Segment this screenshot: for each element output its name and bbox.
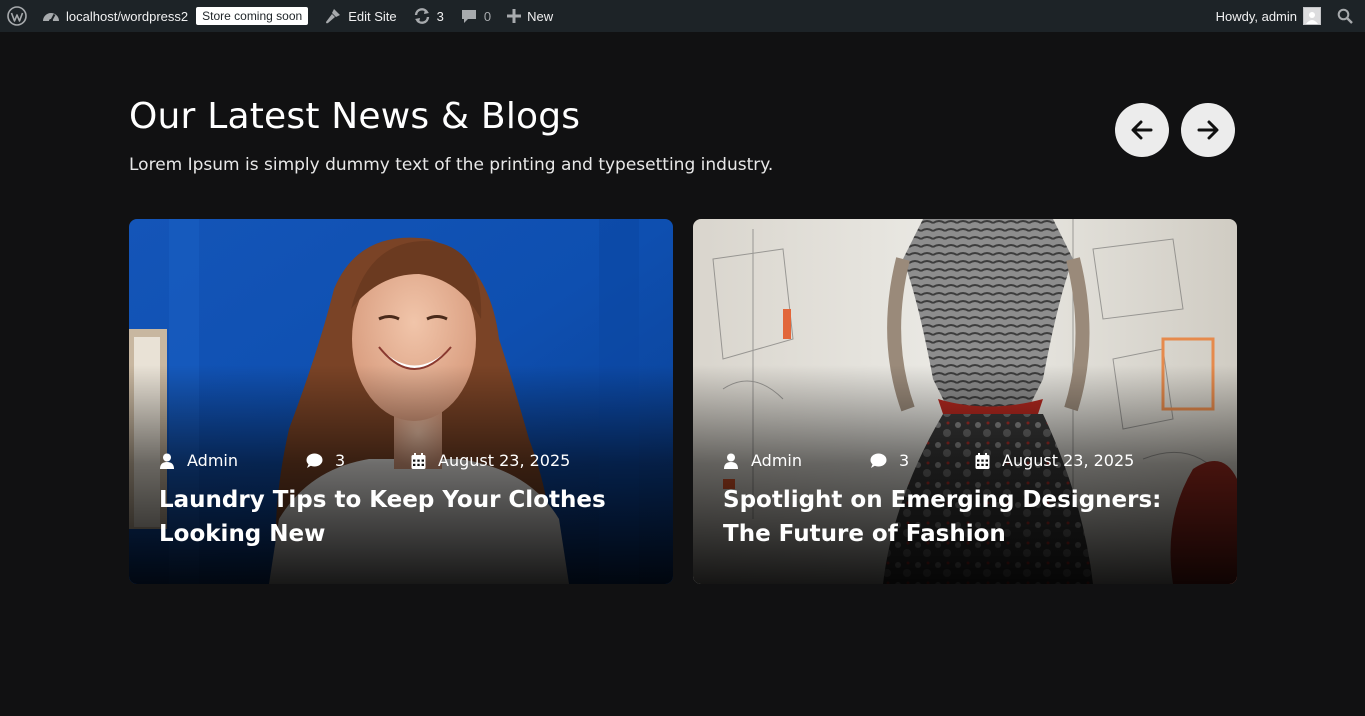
post-author[interactable]: Admin — [159, 451, 238, 470]
card-gradient-overlay — [129, 365, 673, 584]
search-toggle[interactable] — [1329, 0, 1365, 32]
edit-site-link[interactable]: Edit Site — [316, 0, 404, 32]
post-date: August 23, 2025 — [411, 451, 570, 470]
post-date-label: August 23, 2025 — [438, 451, 571, 470]
comments-count: 3 — [335, 451, 346, 470]
site-url-label: localhost/wordpress2 — [66, 8, 189, 24]
post-meta: Admin 3 August 23, 2025 — [723, 451, 1213, 473]
avatar — [1303, 7, 1321, 25]
post-date-label: August 23, 2025 — [1002, 451, 1135, 470]
section-title: Our Latest News & Blogs — [129, 96, 581, 137]
comments-count: 0 — [483, 8, 492, 24]
user-icon — [160, 453, 174, 469]
comments-count: 3 — [899, 451, 910, 470]
author-name: Admin — [751, 451, 802, 470]
calendar-icon — [411, 452, 426, 469]
user-icon — [724, 453, 738, 469]
store-coming-soon-badge: Store coming soon — [196, 7, 309, 25]
author-name: Admin — [187, 451, 238, 470]
post-title-link[interactable]: Laundry Tips to Keep Your Clothes Lookin… — [159, 483, 649, 551]
wordpress-logo-menu[interactable] — [0, 0, 34, 32]
comments-link[interactable]: 0 — [452, 0, 499, 32]
next-slide-button[interactable] — [1181, 103, 1235, 157]
howdy-label: Howdy, admin — [1215, 8, 1297, 24]
blog-card[interactable]: Admin 3 August 23, 2025 Spotlight on Eme… — [693, 219, 1237, 584]
new-content-link[interactable]: New — [499, 0, 561, 32]
post-meta: Admin 3 August 23, 2025 — [159, 451, 649, 473]
brush-icon — [326, 9, 341, 24]
blog-card[interactable]: Admin 3 August 23, 2025 Laundry Tips to … — [129, 219, 673, 584]
post-comments[interactable]: 3 — [305, 451, 345, 470]
post-title-link[interactable]: Spotlight on Emerging Designers: The Fut… — [723, 483, 1213, 551]
dashboard-gauge-icon — [43, 13, 59, 23]
section-subtitle: Lorem Ipsum is simply dummy text of the … — [129, 155, 774, 175]
arrow-left-icon — [1131, 120, 1153, 140]
admin-bar-secondary: Howdy, admin — [1208, 0, 1365, 32]
previous-slide-button[interactable] — [1115, 103, 1169, 157]
site-name-link[interactable]: localhost/wordpress2 — [34, 0, 196, 32]
comment-icon — [870, 453, 887, 468]
new-label: New — [527, 8, 554, 24]
updates-count: 3 — [436, 8, 444, 24]
wordpress-icon — [7, 6, 27, 26]
user-silhouette-icon — [1306, 12, 1318, 24]
card-gradient-overlay — [693, 365, 1237, 584]
post-date: August 23, 2025 — [975, 451, 1134, 470]
post-comments[interactable]: 3 — [869, 451, 909, 470]
my-account-link[interactable]: Howdy, admin — [1208, 0, 1329, 32]
comment-icon — [306, 453, 323, 468]
calendar-icon — [975, 452, 990, 469]
search-icon — [1337, 8, 1353, 24]
comment-bubble-icon — [461, 10, 476, 23]
admin-bar: localhost/wordpress2 Store coming soon E… — [0, 0, 1365, 32]
updates-refresh-icon — [414, 8, 429, 24]
updates-link[interactable]: 3 — [405, 0, 452, 32]
store-status-item[interactable]: Store coming soon — [196, 0, 316, 32]
post-author[interactable]: Admin — [723, 451, 802, 470]
edit-site-label: Edit Site — [348, 8, 397, 24]
plus-icon — [507, 9, 522, 23]
arrow-right-icon — [1197, 120, 1219, 140]
